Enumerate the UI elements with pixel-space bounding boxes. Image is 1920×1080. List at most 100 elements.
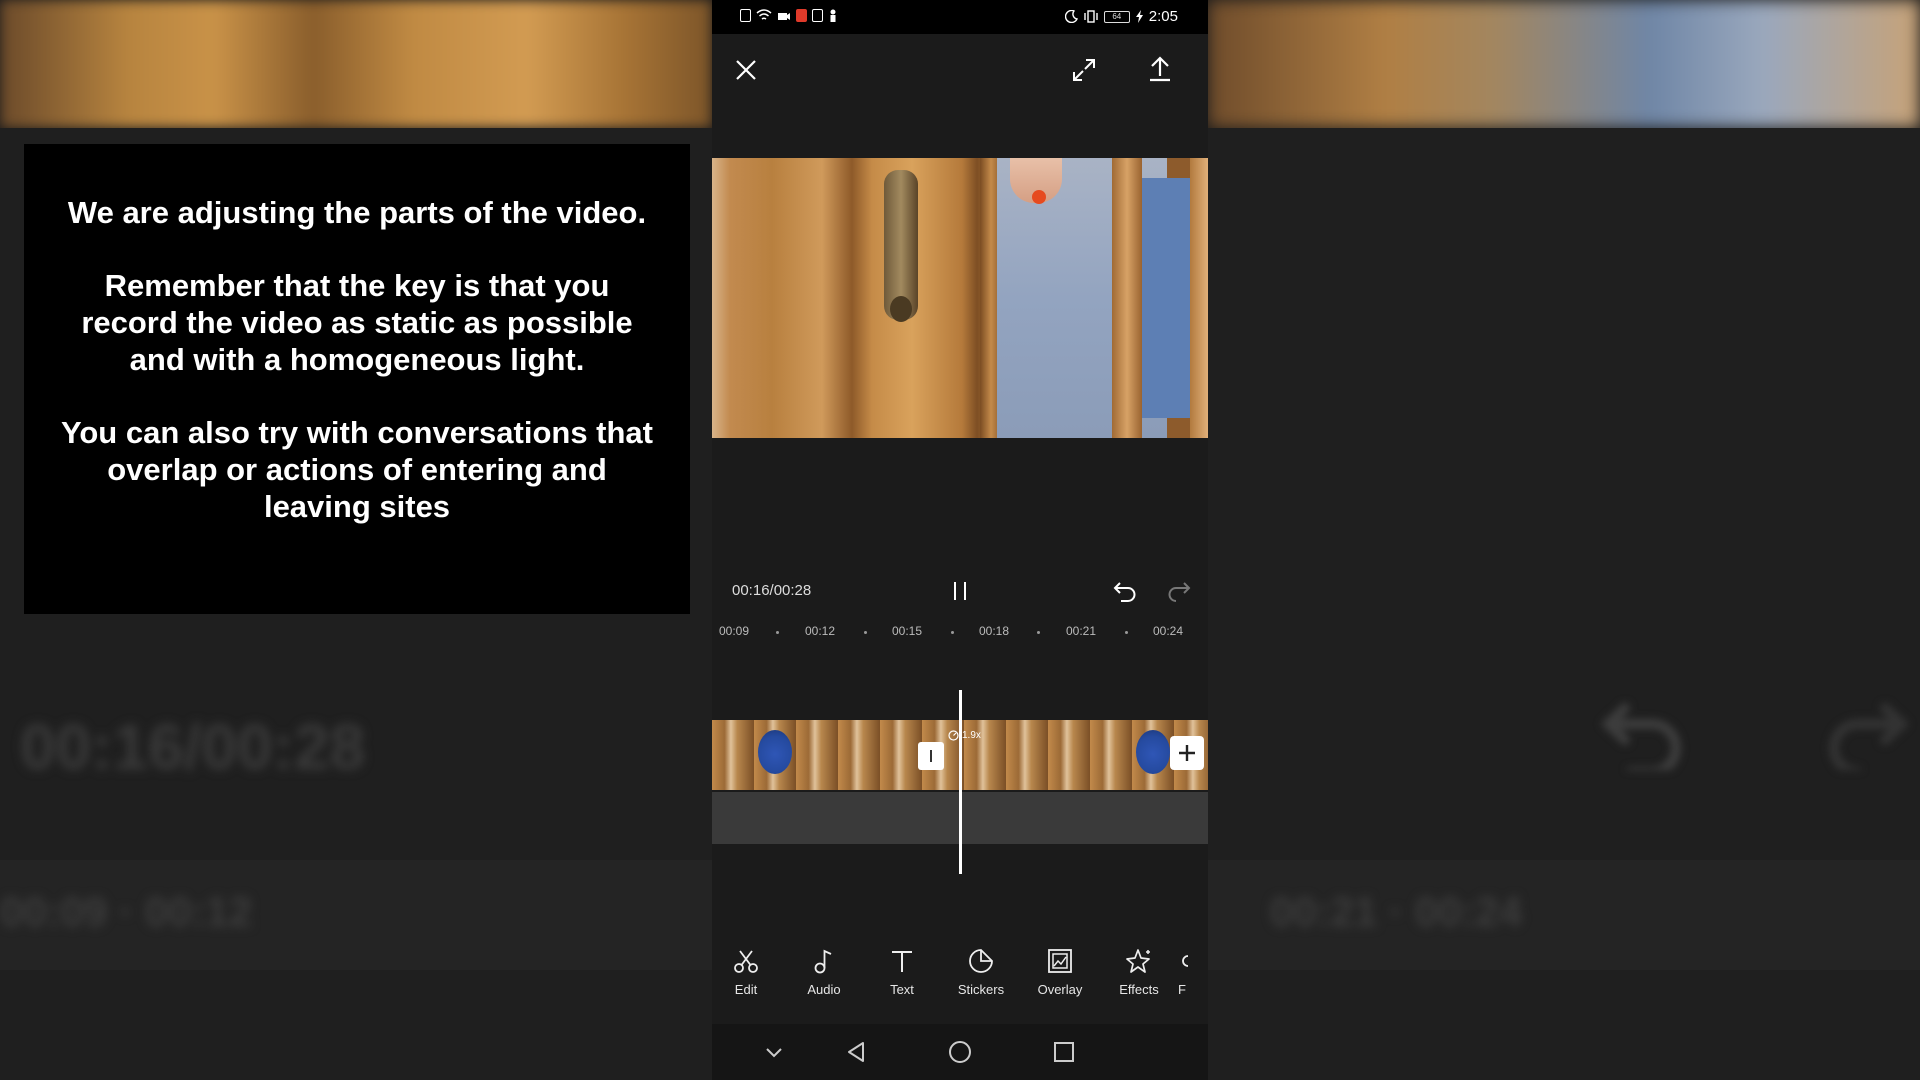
- status-bar: 64 2:05: [712, 0, 1208, 34]
- bottom-toolbar: Edit Audio Text Stickers Overlay Effects…: [712, 928, 1208, 1008]
- hide-nav-button[interactable]: [760, 1038, 788, 1066]
- caption-panel: We are adjusting the parts of the video.…: [24, 144, 690, 614]
- battery-icon: 64: [1103, 10, 1130, 23]
- tool-overlay[interactable]: Overlay: [1028, 946, 1092, 997]
- speed-badge: 1.9x: [948, 730, 981, 741]
- close-icon: [736, 60, 756, 80]
- tool-audio[interactable]: Audio: [792, 946, 856, 997]
- add-clip-button[interactable]: [1170, 736, 1204, 770]
- clip-thumbnail: [796, 720, 838, 790]
- video-preview[interactable]: [712, 158, 1208, 438]
- ruler-dot: [1125, 631, 1128, 634]
- person-icon: [830, 9, 836, 22]
- ruler-dot: [864, 631, 867, 634]
- clip-transition-button[interactable]: [918, 742, 944, 770]
- status-bar-system: 64 2:05: [1064, 8, 1178, 25]
- clip-thumbnail: [1132, 720, 1174, 790]
- ruler-tick: 00:15: [892, 624, 923, 638]
- moon-icon: [1064, 10, 1078, 23]
- transition-icon: [930, 750, 932, 762]
- undo-icon: [1113, 582, 1136, 602]
- vibrate-icon: [1084, 10, 1098, 23]
- time-readout: 00:16/00:28: [732, 582, 812, 599]
- clip-thumbnail: [754, 720, 796, 790]
- background-ghost-ticks-right: 00:21 · 00:24: [1270, 888, 1523, 935]
- clip-thumbnail: [1090, 720, 1132, 790]
- status-bar-notifications: [740, 9, 838, 22]
- clip-thumbnail: [880, 720, 922, 790]
- tool-label: Stickers: [957, 982, 1005, 997]
- ruler-tick: 00:09: [719, 624, 750, 638]
- chevron-down-icon: [766, 1048, 782, 1058]
- tool-text[interactable]: Text: [870, 946, 934, 997]
- clip-thumbnail: [838, 720, 880, 790]
- redo-icon: [1168, 582, 1191, 602]
- camera-icon: [778, 12, 790, 20]
- app-notification-icon: [796, 9, 807, 22]
- redo-button[interactable]: [1162, 576, 1196, 606]
- ruler-dot: [951, 631, 954, 634]
- speed-gauge-icon: [948, 730, 959, 741]
- plus-icon: [1179, 745, 1195, 761]
- partial-tool-icon: [1182, 955, 1188, 967]
- export-button[interactable]: [1142, 50, 1178, 88]
- pause-icon: [954, 582, 966, 600]
- caption-paragraph-2: Remember that the key is that you record…: [81, 268, 633, 377]
- preview-handle-knob: [890, 296, 912, 322]
- sparkle-star-icon: [1126, 949, 1150, 973]
- tool-label: Audio: [807, 982, 841, 997]
- tool-label: Overlay: [1037, 982, 1083, 997]
- preview-frame-right: [1112, 158, 1142, 438]
- background-video-blur-right: [1208, 0, 1920, 128]
- background-video-blur-left: [0, 0, 712, 128]
- tool-label: Edit: [734, 982, 758, 997]
- back-triangle-icon: [848, 1042, 864, 1062]
- clip-thumbnail: [712, 720, 754, 790]
- ruler-tick: 00:21: [1066, 624, 1097, 638]
- ruler-tick: 00:12: [805, 624, 836, 638]
- tool-label: Effects: [1119, 982, 1159, 997]
- ruler-tick: 00:24: [1153, 624, 1184, 638]
- charging-icon: [1135, 10, 1143, 23]
- playhead[interactable]: [959, 690, 962, 874]
- android-navigation-bar: [712, 1024, 1208, 1080]
- preview-glass-blue: [1142, 178, 1192, 418]
- tool-label: F: [1178, 982, 1186, 997]
- sticker-icon: [969, 949, 993, 973]
- undo-button[interactable]: [1108, 576, 1142, 606]
- recents-button[interactable]: [1048, 1036, 1080, 1068]
- fullscreen-button[interactable]: [1066, 52, 1102, 88]
- preview-nail: [1032, 190, 1046, 204]
- back-button[interactable]: [840, 1036, 872, 1068]
- phone-screen: 64 2:05 00:16/00:28 00:09 00:12 00:15 00…: [712, 0, 1208, 1080]
- background-redo-icon: [1829, 703, 1910, 770]
- tool-effects[interactable]: Effects: [1107, 946, 1171, 997]
- scissors-icon: [734, 950, 758, 973]
- fullscreen-icon: [1073, 59, 1095, 81]
- tool-stickers[interactable]: Stickers: [949, 946, 1013, 997]
- speed-label: 1.9x: [962, 730, 981, 741]
- preview-frame-edge: [1190, 158, 1208, 438]
- status-clock: 2:05: [1148, 8, 1178, 25]
- timeline-ruler: 00:09 00:12 00:15 00:18 00:21 00:24: [712, 620, 1208, 642]
- notification-icon: [812, 9, 823, 22]
- tool-edit[interactable]: Edit: [714, 946, 778, 997]
- overlay-icon: [1048, 949, 1072, 973]
- recents-square-icon: [1054, 1042, 1074, 1062]
- close-button[interactable]: [728, 52, 764, 88]
- clip-thumbnail: [1006, 720, 1048, 790]
- wifi-icon: [756, 9, 772, 20]
- clip-thumbnail: [1048, 720, 1090, 790]
- ruler-dot: [776, 631, 779, 634]
- tool-label: Text: [890, 982, 914, 997]
- caption-paragraph-1: We are adjusting the parts of the video.: [67, 195, 647, 230]
- background-undo-icon: [1600, 703, 1681, 770]
- editor-top-bar: [712, 34, 1208, 138]
- sim-icon: [740, 9, 751, 22]
- home-button[interactable]: [944, 1036, 976, 1068]
- text-icon: [892, 951, 912, 972]
- tool-partial[interactable]: F: [1178, 946, 1208, 997]
- pause-button[interactable]: [944, 576, 976, 606]
- playback-controls: 00:16/00:28: [712, 570, 1208, 610]
- home-circle-icon: [949, 1041, 971, 1063]
